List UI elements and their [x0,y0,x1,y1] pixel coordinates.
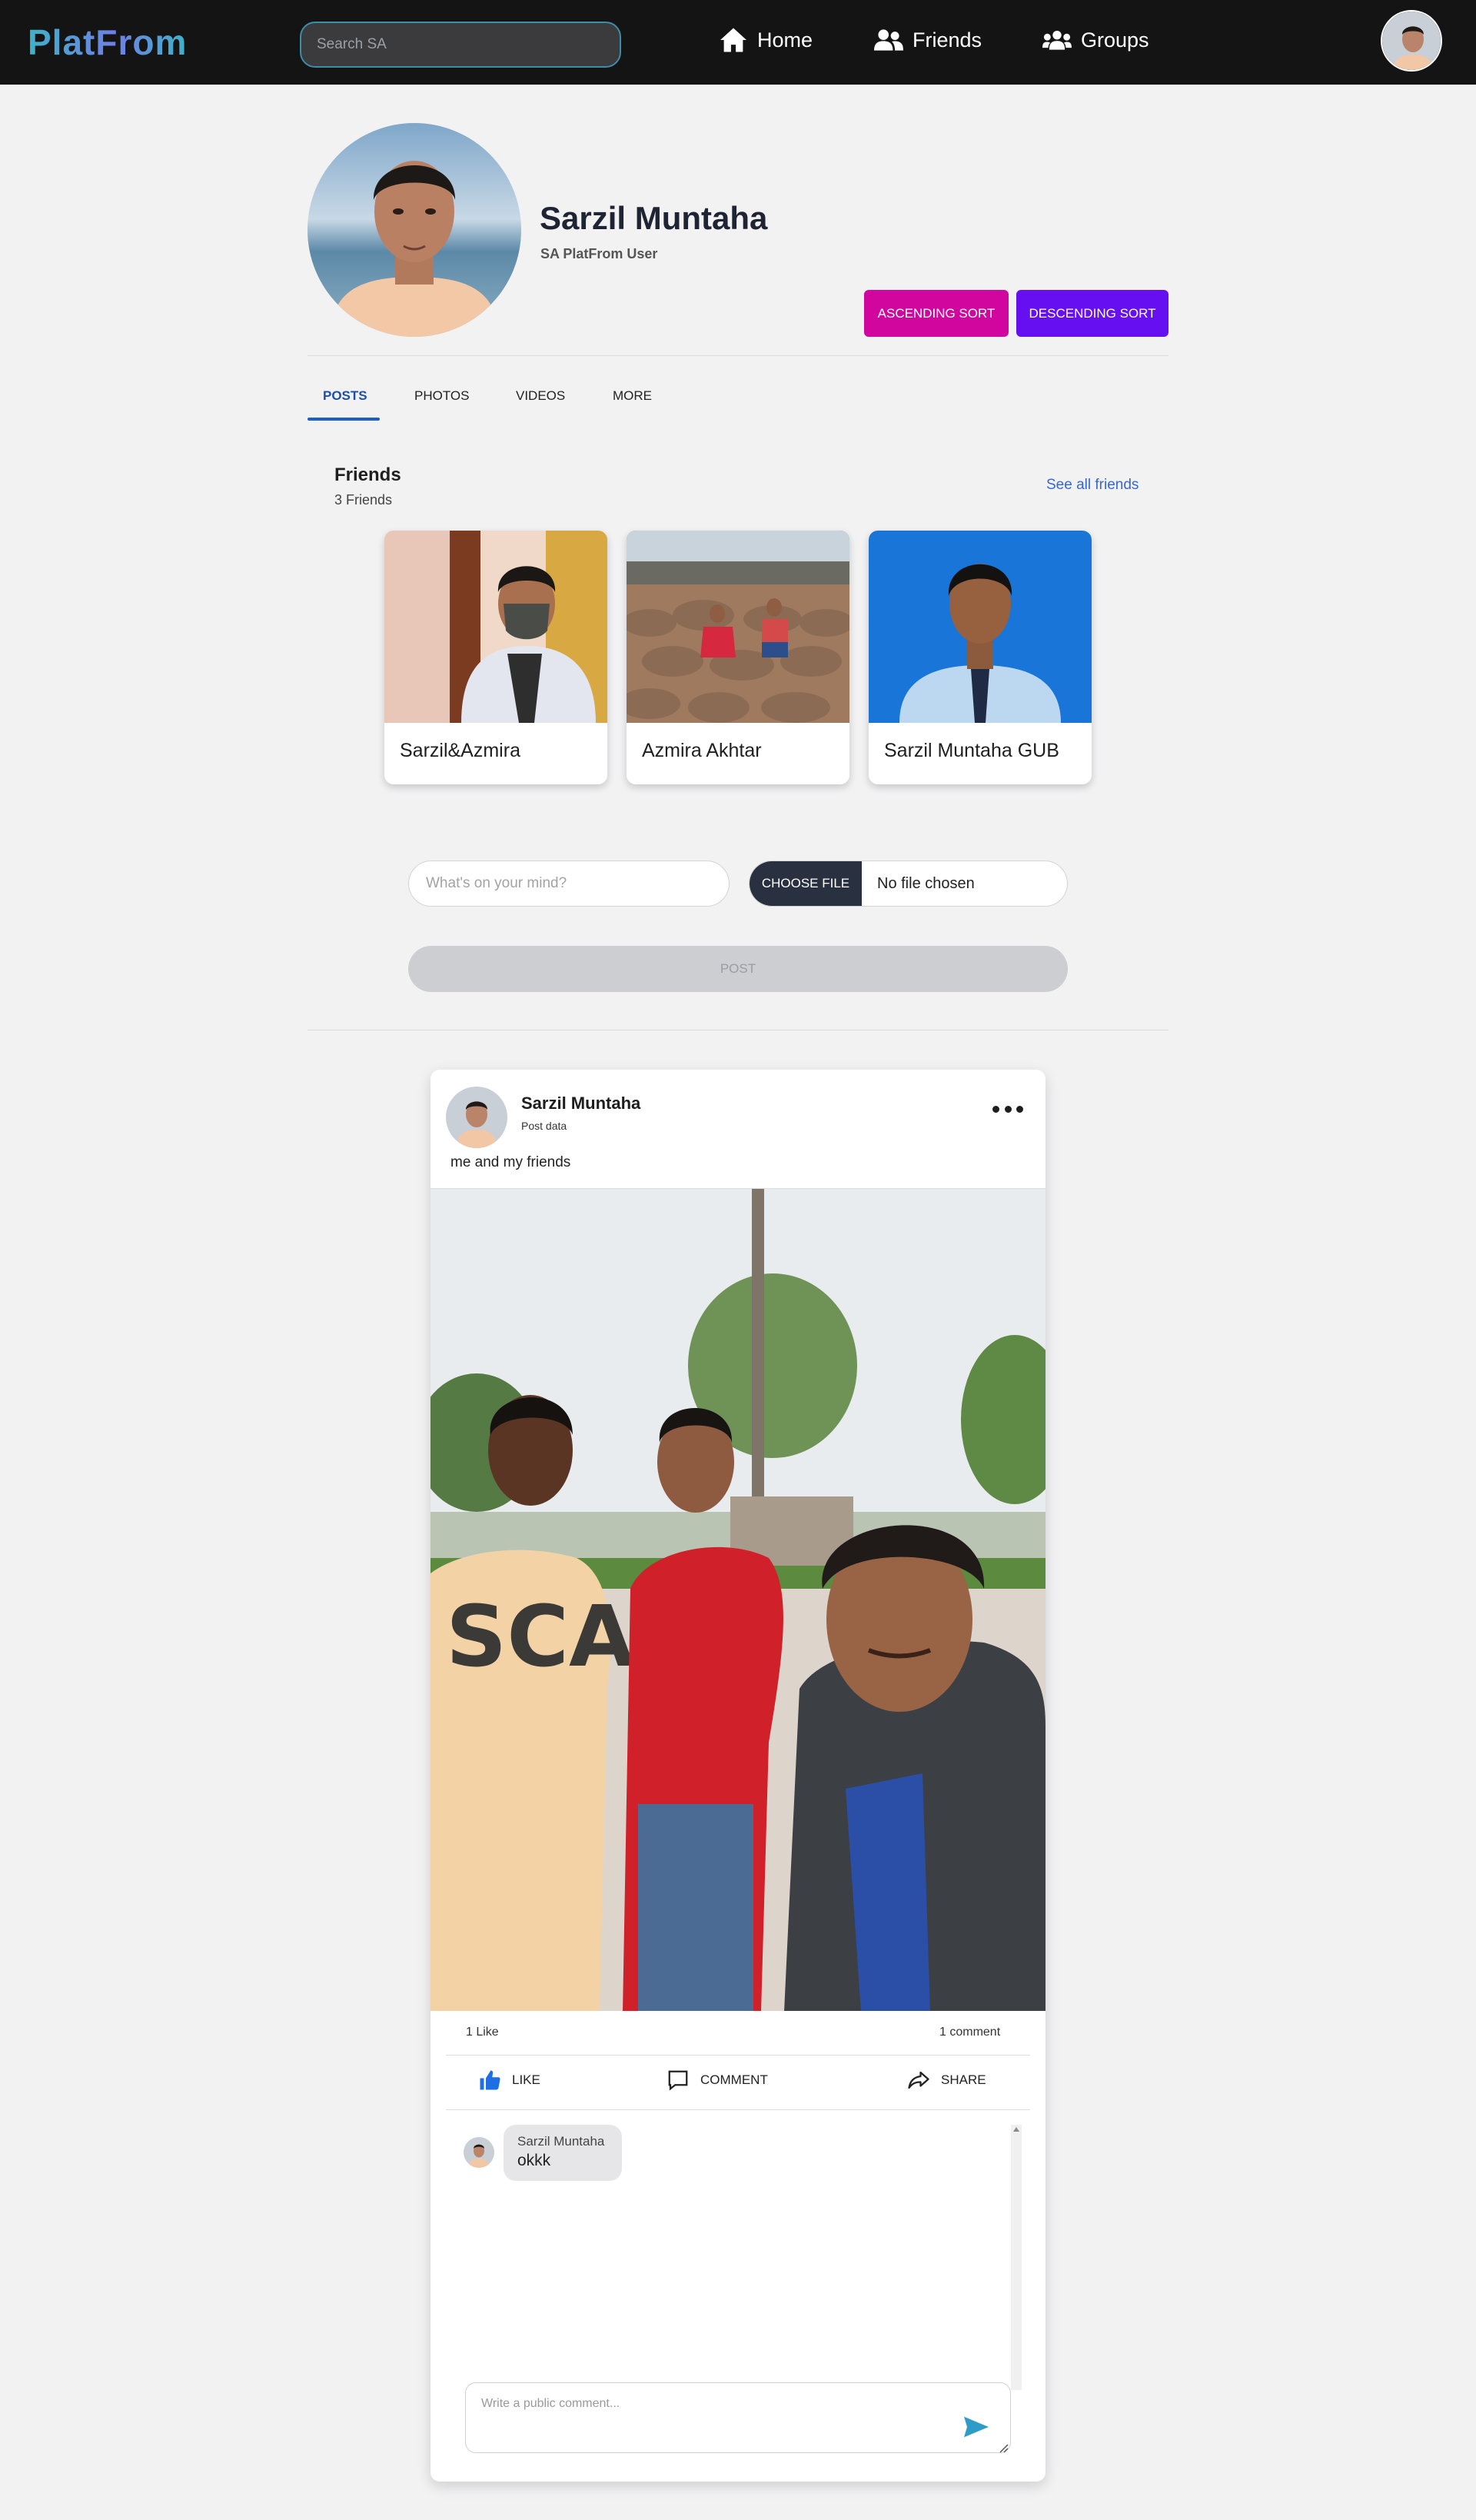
nav-groups[interactable]: Groups [1042,23,1149,57]
groups-icon [1042,30,1072,50]
thumbs-up-icon [480,2070,500,2090]
friend-card[interactable]: Sarzil Muntaha GUB [869,531,1092,784]
share-icon [908,2071,929,2089]
post-author-avatar[interactable] [446,1087,507,1148]
comment-input[interactable] [465,2382,1011,2453]
resize-grip-icon[interactable] [998,2442,1009,2453]
tab-photos[interactable]: PHOTOS [414,388,469,404]
nav-groups-label: Groups [1081,28,1149,52]
nav-friends[interactable]: Friends [874,23,982,57]
friend-photo [869,531,1092,723]
nav-home[interactable]: Home [719,23,813,57]
tab-videos[interactable]: VIDEOS [516,388,565,404]
actions-divider [446,2109,1030,2110]
comment-author[interactable]: Sarzil Muntaha [517,2134,608,2149]
post-image[interactable]: SCA [430,1188,1046,2011]
comment-label: COMMENT [700,2072,768,2087]
comment-text: okkk [517,2152,551,2169]
see-all-friends-link[interactable]: See all friends [1046,477,1139,494]
comments-count[interactable]: 1 comment [939,2026,1000,2039]
nav-home-label: Home [757,28,813,52]
tab-more[interactable]: MORE [613,388,652,404]
more-options-icon[interactable] [992,1100,1023,1117]
profile-divider [308,355,1168,356]
share-button[interactable]: SHARE [907,2067,986,2093]
post-text-input[interactable] [408,861,730,907]
profile-photo[interactable] [308,123,521,337]
post-button[interactable]: POST [408,946,1068,992]
friend-photo [627,531,849,723]
comment-button[interactable]: COMMENT [667,2067,768,2093]
ascending-sort-button[interactable]: ASCENDING SORT [864,290,1009,337]
friend-card[interactable]: Sarzil&Azmira [384,531,607,784]
post-author-name[interactable]: Sarzil Muntaha [521,1094,640,1114]
stats-divider [446,2055,1030,2056]
profile-subtitle: SA PlatFrom User [540,246,658,261]
post-meta: Post data [521,1120,567,1132]
app-logo[interactable]: PlatFrom [28,22,187,63]
comment-bubble: Sarzil Muntaha okkk [504,2125,622,2181]
profile-name: Sarzil Muntaha [540,200,768,236]
svg-text:SCA: SCA [446,1587,634,1686]
friends-title: Friends [334,464,401,485]
post-card: Sarzil Muntaha Post data me and my frien… [430,1070,1046,2482]
user-avatar[interactable] [1381,10,1442,72]
like-button[interactable]: LIKE [478,2067,540,2093]
friend-name: Azmira Akhtar [642,740,762,761]
file-picker[interactable]: CHOOSE FILE No file chosen [749,861,1068,907]
top-navbar: PlatFrom Home Friends Groups [0,0,1476,85]
friend-card[interactable]: Azmira Akhtar [627,531,849,784]
friends-count: 3 Friends [334,492,393,508]
post-text: me and my friends [450,1154,571,1170]
friend-name: Sarzil Muntaha GUB [884,740,1059,761]
friends-icon [874,29,903,51]
friend-photo [384,531,607,723]
share-label: SHARE [941,2072,986,2087]
comment-author-avatar[interactable] [464,2137,494,2168]
descending-sort-button[interactable]: DESCENDING SORT [1016,290,1168,337]
friend-name: Sarzil&Azmira [400,740,520,761]
like-label: LIKE [512,2072,540,2087]
send-icon[interactable] [964,2416,989,2438]
tab-posts[interactable]: POSTS [323,388,367,404]
comment-icon [668,2070,688,2091]
active-tab-indicator [308,418,380,421]
nav-friends-label: Friends [913,28,982,52]
choose-file-button[interactable]: CHOOSE FILE [750,861,862,906]
comments-scrollbar[interactable] [1011,2125,1022,2390]
search-input[interactable] [300,22,621,68]
file-status: No file chosen [877,874,975,892]
home-icon [720,28,746,52]
likes-count[interactable]: 1 Like [466,2026,499,2039]
